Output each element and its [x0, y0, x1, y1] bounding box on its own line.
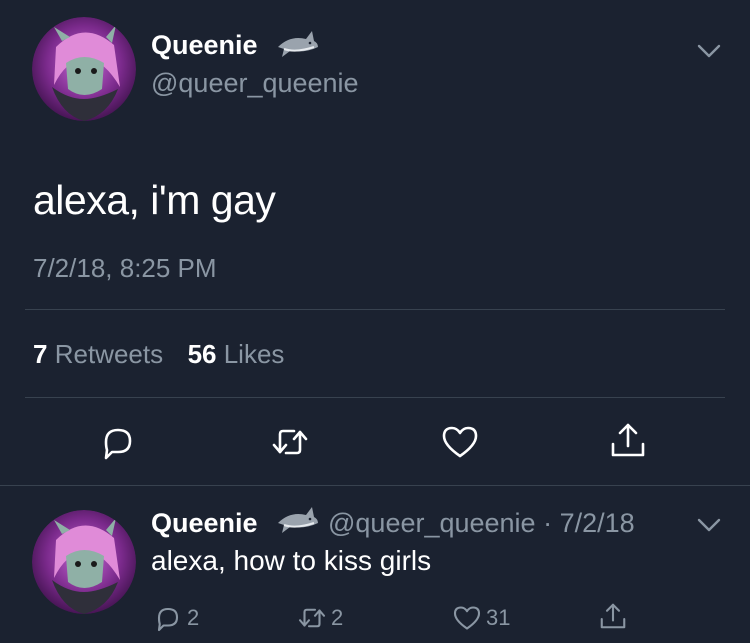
retweets-count[interactable]: 7	[33, 339, 47, 369]
heart-icon[interactable]	[440, 422, 480, 462]
chevron-down-icon[interactable]	[696, 516, 722, 534]
avatar[interactable]	[32, 510, 136, 614]
retweet-icon	[298, 608, 326, 628]
like-count: 31	[486, 605, 511, 630]
tweet-detail-view: Queenie @queer_queenie alexa, i'm gay 7/…	[0, 0, 750, 643]
reply-like-button[interactable]: 31	[452, 602, 510, 634]
likes-count[interactable]: 56	[188, 339, 217, 369]
shark-icon	[278, 507, 318, 533]
share-icon[interactable]	[608, 420, 648, 460]
divider	[25, 309, 725, 310]
share-icon	[600, 603, 626, 629]
heart-icon	[453, 606, 481, 630]
reply-handle-date[interactable]: @queer_queenie · 7/2/18	[328, 508, 635, 539]
author-name[interactable]: Queenie	[151, 30, 258, 61]
reply-reply-button[interactable]: 2	[153, 602, 199, 634]
likes-label[interactable]: Likes	[224, 339, 285, 369]
tweet-text: alexa, i'm gay	[33, 177, 276, 223]
chevron-down-icon[interactable]	[696, 42, 722, 60]
divider	[0, 485, 750, 486]
avatar[interactable]	[32, 17, 136, 121]
reply-retweet-button[interactable]: 2	[297, 602, 343, 634]
reply-count: 2	[187, 605, 200, 630]
shark-icon	[278, 31, 318, 57]
retweet-count: 2	[331, 605, 344, 630]
retweet-icon[interactable]	[270, 422, 310, 462]
divider	[25, 397, 725, 398]
retweets-label[interactable]: Retweets	[55, 339, 163, 369]
reply-icon[interactable]	[98, 422, 138, 462]
reply-icon	[157, 607, 179, 632]
tweet-stats: 7 Retweets 56 Likes	[33, 339, 284, 370]
reply-author-name[interactable]: Queenie	[151, 508, 258, 539]
tweet-timestamp: 7/2/18, 8:25 PM	[33, 253, 217, 283]
reply-share-button[interactable]	[598, 600, 632, 632]
reply-text: alexa, how to kiss girls	[151, 545, 432, 576]
author-handle[interactable]: @queer_queenie	[151, 68, 359, 99]
